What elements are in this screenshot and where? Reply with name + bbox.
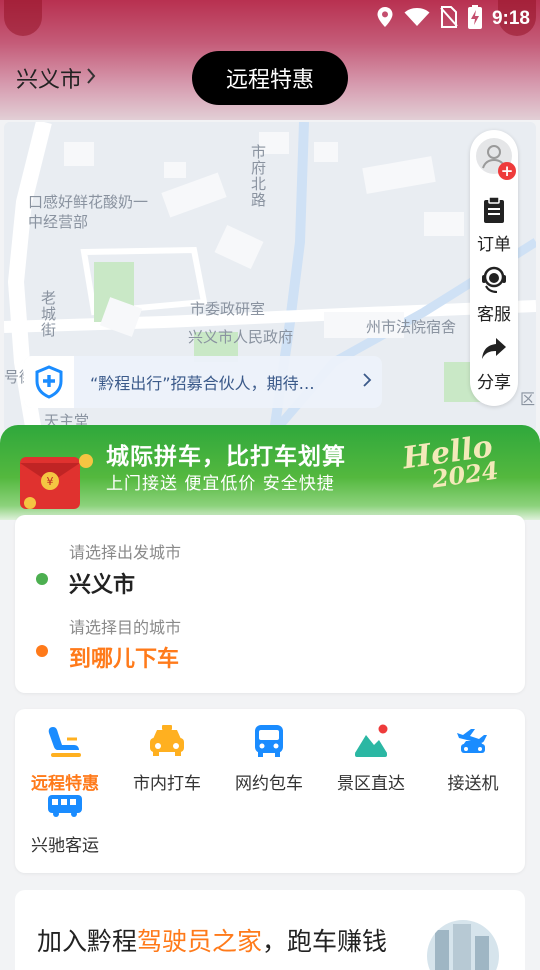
status-bar: 9:18 (376, 5, 530, 33)
side-share-label: 分享 (477, 373, 511, 393)
current-city: 兴义市 (16, 68, 83, 93)
service-label: 兴驰客运 (31, 836, 99, 856)
city-selector[interactable]: 兴义市 (16, 62, 96, 94)
service-grid: 远程特惠 市内打车 网约包车 景区直达 接送机 兴驰客运 (15, 709, 525, 873)
bus-icon (249, 723, 289, 763)
seat-icon (45, 723, 85, 763)
clipboard-icon (482, 196, 506, 228)
map-label-court: 州市法院宿舍 (366, 318, 457, 336)
side-order-label: 订单 (477, 235, 511, 255)
service-remote-discount[interactable]: 远程特惠 (15, 723, 115, 794)
hello-2024-logo: Hello 2024 (400, 429, 501, 494)
side-share-button[interactable]: 分享 (470, 336, 518, 393)
map-side-panel: + 订单 客服 分享 (470, 130, 518, 406)
map-label-research-office: 市委政研室 (190, 300, 266, 318)
side-service-label: 客服 (477, 305, 511, 325)
service-label: 景区直达 (337, 774, 405, 794)
driver-recruit-text: 加入黔程驾驶员之家，跑车赚钱 (37, 927, 388, 956)
customer-service-icon (481, 266, 507, 298)
origin-hint: 请选择出发城市 (69, 543, 182, 562)
origin-city[interactable]: 兴义市 (69, 567, 135, 599)
no-sim-icon (440, 6, 458, 32)
status-time: 9:18 (491, 8, 530, 29)
taxi-icon (147, 723, 187, 763)
side-order-button[interactable]: 订单 (470, 196, 518, 255)
destination-dot (36, 645, 48, 657)
banner-title: 城际拼车，比打车划算 (106, 444, 346, 470)
banner-subtitle: 上门接送 便宜低价 安全快捷 (106, 474, 335, 494)
wifi-icon (404, 7, 430, 31)
lantern-decoration (4, 0, 42, 36)
service-airport[interactable]: 接送机 (423, 723, 523, 794)
driver-recruit-card[interactable]: 加入黔程驾驶员之家，跑车赚钱 (15, 890, 525, 970)
service-coach[interactable]: 兴驰客运 (15, 791, 115, 856)
airplane-icon (453, 723, 493, 763)
add-badge-icon: + (498, 162, 516, 180)
driver-illustration (427, 920, 499, 970)
map-label-edge-right: 区 (520, 390, 536, 408)
side-service-button[interactable]: 客服 (470, 266, 518, 325)
service-scenic[interactable]: 景区直达 (321, 723, 421, 794)
shield-icon (24, 356, 74, 408)
location-icon (376, 6, 394, 32)
battery-charging-icon (467, 5, 482, 33)
header: 9:18 兴义市 远程特惠 (0, 0, 540, 120)
red-envelope-icon: ¥ (14, 443, 98, 517)
map-label-street: 老城街 (39, 290, 57, 338)
service-charter[interactable]: 网约包车 (219, 723, 319, 794)
origin-dot (36, 573, 48, 585)
map-label-road: 市府北路 (249, 144, 267, 208)
service-label: 网约包车 (235, 774, 303, 794)
share-icon (480, 336, 508, 366)
tab-remote-discount[interactable]: 远程特惠 (192, 51, 348, 105)
recruit-notice[interactable]: “黔程出行”招募合伙人，期待… (24, 356, 382, 408)
service-label: 市内打车 (133, 774, 201, 794)
chevron-right-icon (352, 372, 382, 392)
map-label-government: 兴义市人民政府 (188, 328, 294, 346)
destination-hint: 请选择目的城市 (69, 618, 182, 637)
coach-icon (45, 791, 85, 825)
promo-banner[interactable]: ¥ 城际拼车，比打车划算 上门接送 便宜低价 安全快捷 Hello 2024 (0, 425, 540, 520)
svg-text:¥: ¥ (47, 475, 54, 488)
service-city-taxi[interactable]: 市内打车 (117, 723, 217, 794)
notice-text: “黔程出行”招募合伙人，期待… (90, 374, 315, 393)
chevron-right-icon (86, 67, 96, 89)
route-card: 请选择出发城市 兴义市 请选择目的城市 到哪儿下车 (15, 515, 525, 693)
map-label-shop: 口感好鲜花酸奶一中经营部 (28, 193, 149, 231)
destination-input[interactable]: 到哪儿下车 (69, 641, 179, 673)
mountain-icon (351, 723, 391, 763)
service-label: 接送机 (447, 774, 499, 794)
